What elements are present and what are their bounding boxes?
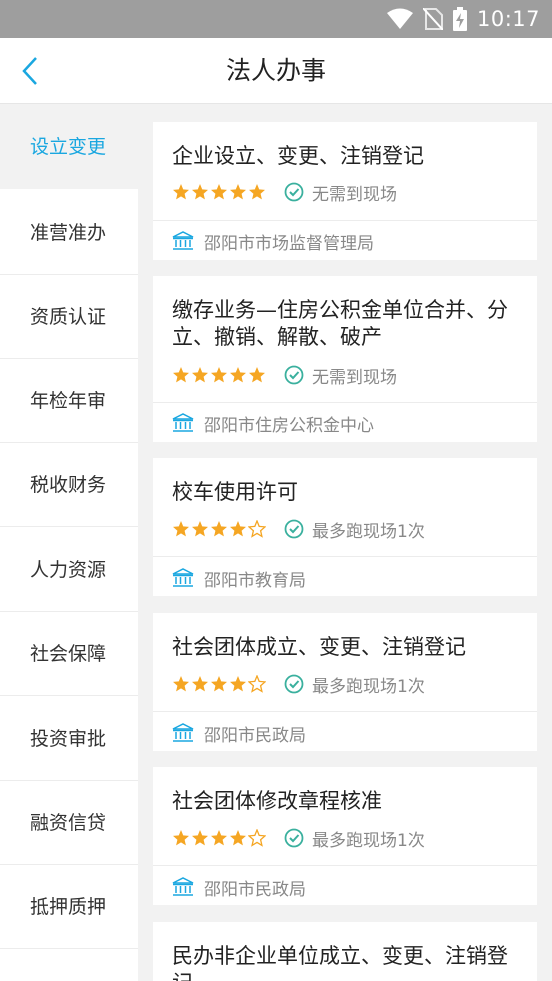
service-meta: 无需到现场	[172, 363, 397, 388]
service-card[interactable]: 社会团体成立、变更、注销登记 最多跑现场1次 邵阳市民政局	[153, 613, 537, 751]
check-circle-icon	[284, 828, 304, 848]
check-circle-icon	[284, 674, 304, 694]
star-filled-icon	[192, 367, 208, 383]
department-name: 邵阳市住房公积金中心	[204, 415, 374, 436]
star-filled-icon	[230, 676, 246, 692]
sidebar-item-qualification[interactable]: 资质认证	[0, 275, 138, 359]
sidebar-item-setup-change[interactable]: 设立变更	[0, 105, 138, 189]
rating-stars	[172, 183, 266, 201]
visit-requirement: 无需到现场	[312, 184, 397, 205]
service-name: 民办非企业单位成立、变更、注销登记	[172, 944, 508, 981]
service-name: 企业设立、变更、注销登记	[172, 144, 424, 168]
government-building-icon	[172, 723, 194, 742]
service-card[interactable]: 民办非企业单位成立、变更、注销登记	[153, 922, 537, 981]
department-name: 邵阳市教育局	[204, 570, 306, 591]
page-title: 法人办事	[225, 56, 326, 85]
star-filled-icon	[192, 521, 208, 537]
visit-requirement: 最多跑现场1次	[312, 830, 425, 851]
star-filled-icon	[230, 521, 246, 537]
service-name: 社会团体成立、变更、注销登记	[172, 635, 466, 659]
star-filled-icon	[211, 184, 227, 200]
wifi-icon	[386, 8, 413, 29]
check-circle-icon	[284, 519, 304, 539]
category-sidebar: 设立变更 准营准办 资质认证 年检年审 税收财务 人力资源 社会保障 投资审批 …	[0, 105, 138, 981]
sidebar-item-permit[interactable]: 准营准办	[0, 191, 138, 275]
star-filled-icon	[211, 676, 227, 692]
service-department: 邵阳市教育局	[172, 566, 306, 591]
star-filled-icon	[173, 676, 189, 692]
rating-stars	[172, 675, 266, 693]
government-building-icon	[172, 568, 194, 587]
status-time: 10:17	[476, 7, 540, 31]
government-building-icon	[172, 877, 194, 896]
rating-stars	[172, 366, 266, 384]
department-name: 邵阳市民政局	[204, 879, 306, 900]
government-building-icon	[172, 231, 194, 250]
service-name: 社会团体修改章程核准	[172, 789, 382, 813]
service-department: 邵阳市民政局	[172, 875, 306, 900]
card-divider	[153, 556, 537, 557]
rating-stars	[172, 520, 266, 538]
star-filled-icon	[192, 830, 208, 846]
department-name: 邵阳市市场监督管理局	[204, 233, 374, 254]
star-filled-icon	[249, 367, 265, 383]
star-empty-icon	[248, 520, 266, 538]
service-card[interactable]: 校车使用许可 最多跑现场1次 邵阳市教育局	[153, 458, 537, 596]
card-divider	[153, 402, 537, 403]
rating-stars	[172, 829, 266, 847]
star-filled-icon	[192, 676, 208, 692]
star-filled-icon	[230, 367, 246, 383]
sidebar-item-annual-review[interactable]: 年检年审	[0, 359, 138, 443]
star-filled-icon	[173, 830, 189, 846]
check-circle-icon	[284, 365, 304, 385]
star-filled-icon	[211, 521, 227, 537]
service-name: 缴存业务—住房公积金单位合并、分立、撤销、解散、破产	[172, 298, 508, 349]
service-card[interactable]: 社会团体修改章程核准 最多跑现场1次 邵阳市民政局	[153, 767, 537, 905]
visit-requirement: 最多跑现场1次	[312, 521, 425, 542]
battery-charging-icon	[452, 7, 467, 31]
star-filled-icon	[211, 830, 227, 846]
nav-bar: 法人办事	[0, 38, 552, 104]
star-empty-icon	[248, 829, 266, 847]
star-empty-icon	[248, 675, 266, 693]
star-filled-icon	[173, 521, 189, 537]
service-name: 校车使用许可	[172, 480, 298, 504]
sidebar-item-social-security[interactable]: 社会保障	[0, 612, 138, 696]
service-meta: 最多跑现场1次	[172, 672, 425, 697]
service-department: 邵阳市住房公积金中心	[172, 411, 374, 436]
service-card[interactable]: 企业设立、变更、注销登记 无需到现场 邵阳市市场监督管理局	[153, 122, 537, 260]
service-meta: 无需到现场	[172, 180, 397, 205]
status-icons: 10:17	[386, 0, 540, 38]
star-filled-icon	[173, 367, 189, 383]
star-filled-icon	[192, 184, 208, 200]
status-bar: 10:17	[0, 0, 552, 38]
sidebar-item-financing[interactable]: 融资信贷	[0, 781, 138, 865]
no-sim-icon	[422, 8, 443, 30]
star-filled-icon	[211, 367, 227, 383]
service-card[interactable]: 缴存业务—住房公积金单位合并、分立、撤销、解散、破产 无需到现场 邵阳市住房公积…	[153, 276, 537, 442]
star-filled-icon	[249, 184, 265, 200]
service-meta: 最多跑现场1次	[172, 517, 425, 542]
star-filled-icon	[173, 184, 189, 200]
government-building-icon	[172, 413, 194, 432]
visit-requirement: 无需到现场	[312, 367, 397, 388]
card-divider	[153, 865, 537, 866]
service-department: 邵阳市市场监督管理局	[172, 229, 374, 254]
card-divider	[153, 220, 537, 221]
star-filled-icon	[230, 830, 246, 846]
card-divider	[153, 711, 537, 712]
sidebar-item-investment[interactable]: 投资审批	[0, 697, 138, 781]
service-department: 邵阳市民政局	[172, 721, 306, 746]
sidebar-item-mortgage[interactable]: 抵押质押	[0, 865, 138, 949]
visit-requirement: 最多跑现场1次	[312, 676, 425, 697]
service-meta: 最多跑现场1次	[172, 826, 425, 851]
department-name: 邵阳市民政局	[204, 725, 306, 746]
star-filled-icon	[230, 184, 246, 200]
sidebar-item-tax-finance[interactable]: 税收财务	[0, 443, 138, 527]
check-circle-icon	[284, 182, 304, 202]
sidebar-item-human-resources[interactable]: 人力资源	[0, 528, 138, 612]
